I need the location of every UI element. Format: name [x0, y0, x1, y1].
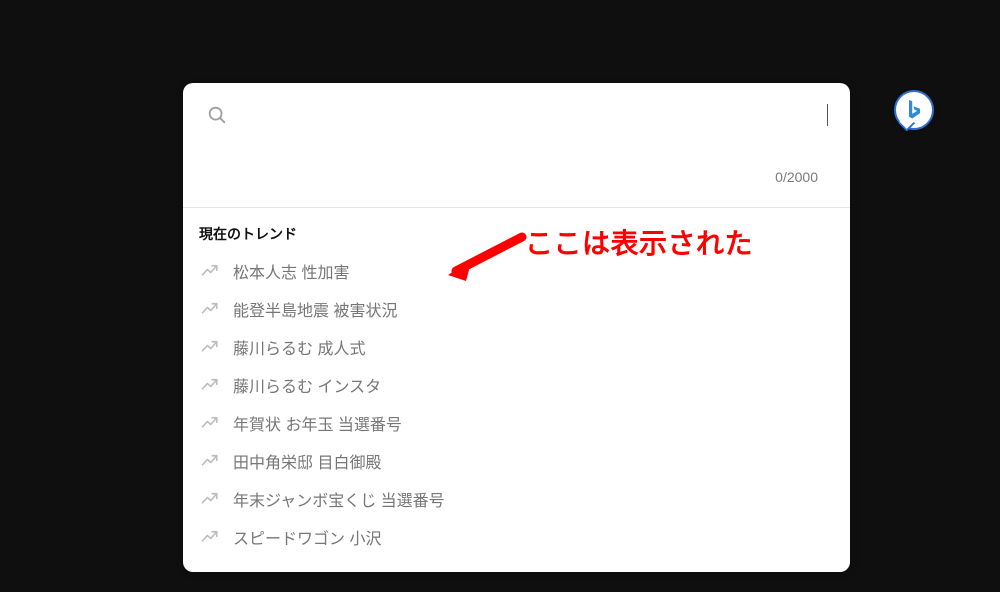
- trend-label: 年賀状 お年玉 当選番号: [233, 411, 402, 435]
- char-counter: 0/2000: [205, 129, 828, 197]
- trending-up-icon: [201, 338, 219, 356]
- trend-label: スピードワゴン 小沢: [233, 525, 381, 549]
- trend-item[interactable]: 藤川らるむ インスタ: [197, 366, 836, 404]
- search-icon: [205, 103, 229, 127]
- search-panel: 0/2000 現在のトレンド 松本人志 性加害 能登半島地震 被害状況: [183, 83, 850, 572]
- trend-item[interactable]: 藤川らるむ 成人式: [197, 328, 836, 366]
- search-input[interactable]: [241, 101, 819, 129]
- trend-label: 年末ジャンボ宝くじ 当選番号: [233, 487, 445, 511]
- trend-label: 能登半島地震 被害状況: [233, 297, 397, 321]
- search-top: 0/2000: [183, 83, 850, 207]
- trend-label: 松本人志 性加害: [233, 259, 349, 283]
- trend-item[interactable]: 能登半島地震 被害状況: [197, 290, 836, 328]
- trending-up-icon: [201, 414, 219, 432]
- trending-section: 現在のトレンド 松本人志 性加害 能登半島地震 被害状況: [183, 208, 850, 572]
- trending-up-icon: [201, 300, 219, 318]
- bing-chat-badge[interactable]: [894, 90, 934, 130]
- trend-label: 田中角栄邸 目白御殿: [233, 449, 381, 473]
- bing-logo-icon: [906, 99, 922, 121]
- trend-item[interactable]: 田中角栄邸 目白御殿: [197, 442, 836, 480]
- trending-up-icon: [201, 528, 219, 546]
- trend-item[interactable]: スピードワゴン 小沢: [197, 518, 836, 556]
- trending-up-icon: [201, 490, 219, 508]
- trending-up-icon: [201, 262, 219, 280]
- trending-up-icon: [201, 376, 219, 394]
- annotation-text: ここは表示された: [525, 222, 753, 262]
- trend-item[interactable]: 年末ジャンボ宝くじ 当選番号: [197, 480, 836, 518]
- text-cursor: [827, 104, 829, 126]
- trend-item[interactable]: 年賀状 お年玉 当選番号: [197, 404, 836, 442]
- trending-up-icon: [201, 452, 219, 470]
- search-row: [205, 101, 828, 129]
- trend-label: 藤川らるむ インスタ: [233, 373, 381, 397]
- trend-label: 藤川らるむ 成人式: [233, 335, 365, 359]
